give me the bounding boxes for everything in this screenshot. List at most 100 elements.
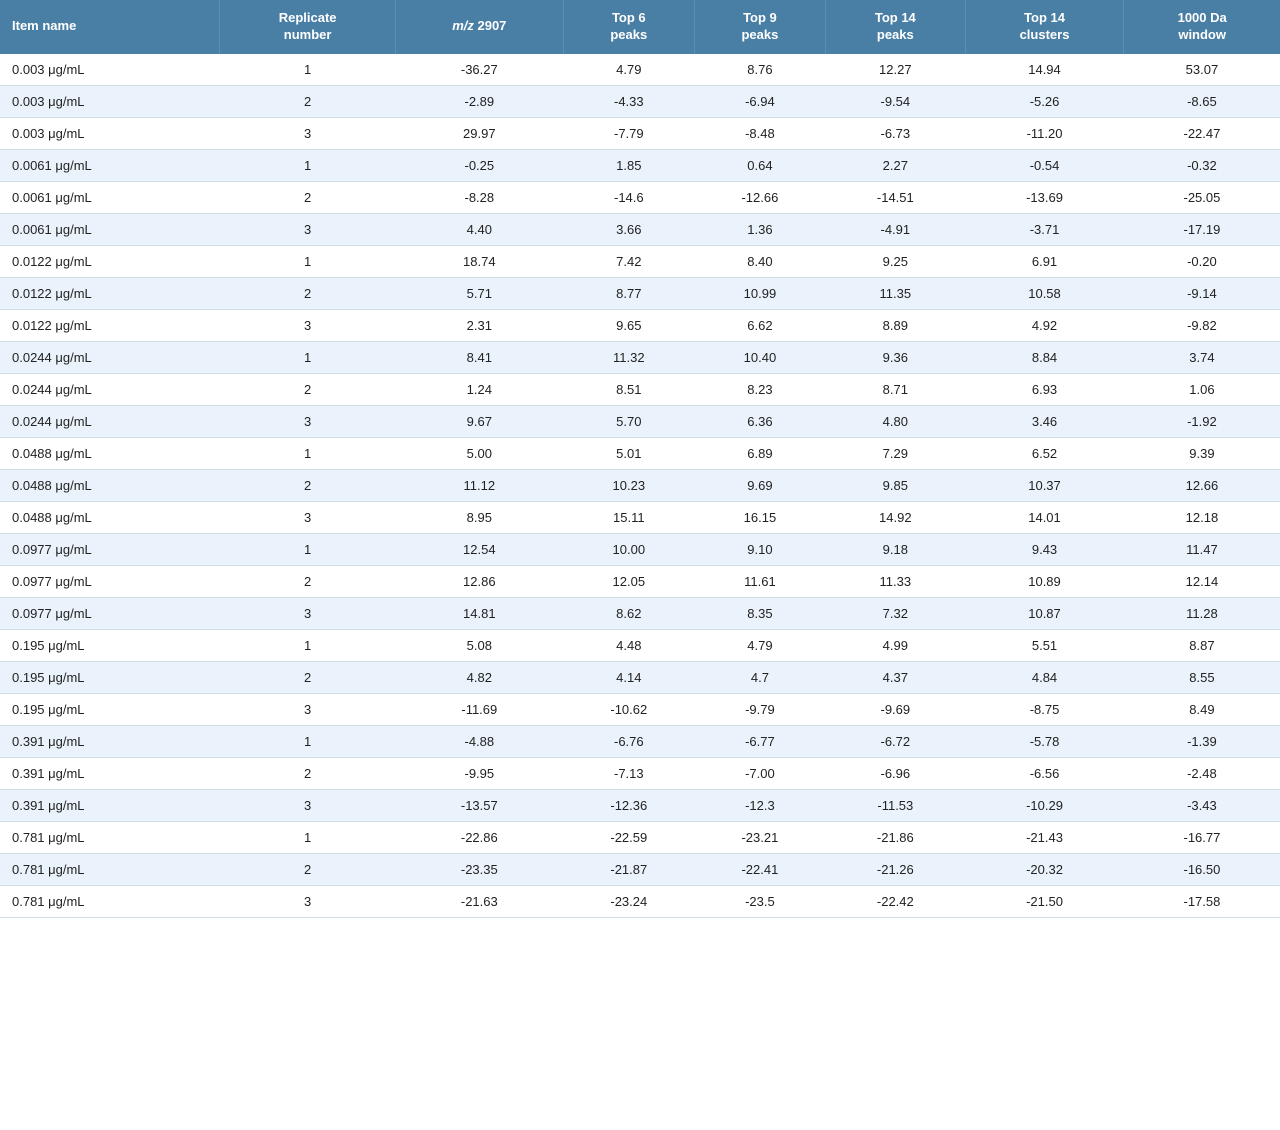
cell-top14clusters: 10.89: [965, 565, 1124, 597]
cell-top14peaks: -6.73: [825, 117, 965, 149]
cell-top6: -10.62: [563, 693, 694, 725]
cell-1000da: -0.32: [1124, 149, 1280, 181]
cell-mz: 4.82: [395, 661, 563, 693]
cell-top6: -7.13: [563, 757, 694, 789]
cell-top14peaks: 9.36: [825, 341, 965, 373]
cell-top14peaks: 4.80: [825, 405, 965, 437]
cell-mz: -4.88: [395, 725, 563, 757]
cell-top14peaks: 14.92: [825, 501, 965, 533]
cell-top14clusters: -10.29: [965, 789, 1124, 821]
cell-1000da: -0.20: [1124, 245, 1280, 277]
cell-item-name: 0.195 μg/mL: [0, 693, 220, 725]
cell-mz: 11.12: [395, 469, 563, 501]
col-header-top14clusters: Top 14clusters: [965, 0, 1124, 54]
col-header-item-name: Item name: [0, 0, 220, 54]
cell-top14peaks: -9.54: [825, 85, 965, 117]
cell-replicate: 3: [220, 117, 395, 149]
cell-replicate: 2: [220, 469, 395, 501]
cell-top9: -12.66: [694, 181, 825, 213]
cell-item-name: 0.0122 μg/mL: [0, 309, 220, 341]
cell-item-name: 0.781 μg/mL: [0, 821, 220, 853]
header-row: Item name Replicatenumber m/z 2907 Top 6…: [0, 0, 1280, 54]
cell-top6: -6.76: [563, 725, 694, 757]
cell-top9: 16.15: [694, 501, 825, 533]
cell-top6: 8.77: [563, 277, 694, 309]
cell-1000da: 12.66: [1124, 469, 1280, 501]
cell-1000da: -1.39: [1124, 725, 1280, 757]
cell-top14clusters: 6.52: [965, 437, 1124, 469]
cell-mz: -36.27: [395, 54, 563, 86]
cell-top14clusters: -3.71: [965, 213, 1124, 245]
cell-top9: 6.89: [694, 437, 825, 469]
cell-top14peaks: 7.29: [825, 437, 965, 469]
cell-top9: 4.7: [694, 661, 825, 693]
cell-top14peaks: 8.89: [825, 309, 965, 341]
cell-mz: -9.95: [395, 757, 563, 789]
cell-item-name: 0.003 μg/mL: [0, 85, 220, 117]
cell-mz: 8.95: [395, 501, 563, 533]
cell-item-name: 0.0244 μg/mL: [0, 341, 220, 373]
cell-replicate: 2: [220, 661, 395, 693]
cell-top14peaks: -22.42: [825, 885, 965, 917]
cell-replicate: 1: [220, 341, 395, 373]
cell-top9: 9.10: [694, 533, 825, 565]
cell-top6: -21.87: [563, 853, 694, 885]
cell-item-name: 0.0061 μg/mL: [0, 213, 220, 245]
cell-top14clusters: 4.92: [965, 309, 1124, 341]
cell-top9: 8.23: [694, 373, 825, 405]
cell-mz: 29.97: [395, 117, 563, 149]
cell-replicate: 3: [220, 789, 395, 821]
cell-top9: 1.36: [694, 213, 825, 245]
cell-top9: 9.69: [694, 469, 825, 501]
cell-top6: -7.79: [563, 117, 694, 149]
table-row: 0.0244 μg/mL21.248.518.238.716.931.06: [0, 373, 1280, 405]
cell-1000da: 8.55: [1124, 661, 1280, 693]
data-table: Item name Replicatenumber m/z 2907 Top 6…: [0, 0, 1280, 918]
cell-replicate: 1: [220, 821, 395, 853]
table-row: 0.0977 μg/mL212.8612.0511.6111.3310.8912…: [0, 565, 1280, 597]
table-row: 0.0488 μg/mL15.005.016.897.296.529.39: [0, 437, 1280, 469]
cell-1000da: -22.47: [1124, 117, 1280, 149]
cell-1000da: 8.87: [1124, 629, 1280, 661]
cell-top6: 8.51: [563, 373, 694, 405]
table-row: 0.195 μg/mL24.824.144.74.374.848.55: [0, 661, 1280, 693]
cell-1000da: -25.05: [1124, 181, 1280, 213]
cell-top14clusters: 3.46: [965, 405, 1124, 437]
cell-mz: -11.69: [395, 693, 563, 725]
col-header-mz: m/z 2907: [395, 0, 563, 54]
cell-1000da: -1.92: [1124, 405, 1280, 437]
cell-item-name: 0.0488 μg/mL: [0, 501, 220, 533]
cell-top6: 4.48: [563, 629, 694, 661]
cell-top14peaks: 11.33: [825, 565, 965, 597]
cell-replicate: 3: [220, 885, 395, 917]
cell-top9: 8.35: [694, 597, 825, 629]
cell-1000da: 9.39: [1124, 437, 1280, 469]
cell-mz: 2.31: [395, 309, 563, 341]
cell-top14clusters: 10.87: [965, 597, 1124, 629]
cell-replicate: 2: [220, 181, 395, 213]
cell-top14peaks: -21.26: [825, 853, 965, 885]
cell-top14peaks: -9.69: [825, 693, 965, 725]
cell-top14clusters: 4.84: [965, 661, 1124, 693]
cell-mz: 5.71: [395, 277, 563, 309]
cell-top14clusters: -8.75: [965, 693, 1124, 725]
cell-top14clusters: 10.37: [965, 469, 1124, 501]
table-row: 0.0977 μg/mL112.5410.009.109.189.4311.47: [0, 533, 1280, 565]
cell-replicate: 3: [220, 309, 395, 341]
table-row: 0.0061 μg/mL2-8.28-14.6-12.66-14.51-13.6…: [0, 181, 1280, 213]
cell-mz: -22.86: [395, 821, 563, 853]
cell-replicate: 1: [220, 629, 395, 661]
cell-top14peaks: 9.18: [825, 533, 965, 565]
cell-mz: -0.25: [395, 149, 563, 181]
cell-1000da: -9.82: [1124, 309, 1280, 341]
cell-1000da: -16.50: [1124, 853, 1280, 885]
cell-replicate: 1: [220, 149, 395, 181]
cell-mz: -21.63: [395, 885, 563, 917]
cell-replicate: 2: [220, 853, 395, 885]
cell-top14peaks: 7.32: [825, 597, 965, 629]
cell-replicate: 1: [220, 725, 395, 757]
cell-item-name: 0.0488 μg/mL: [0, 469, 220, 501]
cell-top9: -6.77: [694, 725, 825, 757]
cell-1000da: -9.14: [1124, 277, 1280, 309]
cell-top14peaks: 11.35: [825, 277, 965, 309]
